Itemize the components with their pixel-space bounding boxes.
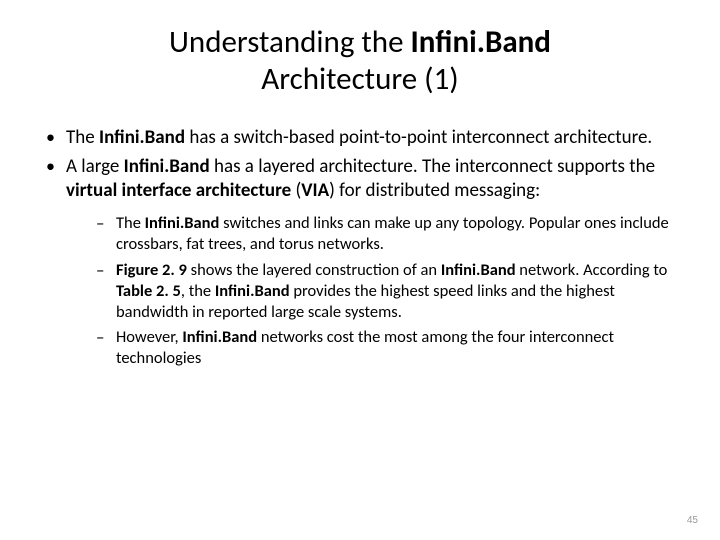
text-bold: VIA <box>301 179 329 202</box>
bullet-1: The Infini.Band has a switch-based point… <box>40 126 680 150</box>
text-bold: virtual interface architecture <box>66 179 296 202</box>
text-bold: Infini.Band <box>124 155 214 178</box>
title-bold: Infini.Band <box>411 23 551 61</box>
text: has a layered architecture. The intercon… <box>214 155 655 178</box>
text-bold: Infini.Band <box>441 260 519 280</box>
text: network. According to <box>519 260 667 280</box>
text: The <box>116 213 145 233</box>
bullet-list: The Infini.Band has a switch-based point… <box>40 126 680 369</box>
title-line2: Architecture (1) <box>261 60 458 98</box>
bullet-2: A large Infini.Band has a layered archit… <box>40 155 680 369</box>
title-prefix: Understanding the <box>169 23 410 61</box>
page-number: 45 <box>687 515 698 526</box>
text: However, <box>116 327 182 347</box>
text: shows the layered construction of an <box>191 260 441 280</box>
sub-bullet-2: Figure 2. 9 shows the layered constructi… <box>66 260 680 323</box>
sub-bullet-list: The Infini.Band switches and links can m… <box>66 213 680 369</box>
text-bold: Table 2. 5 <box>116 281 181 301</box>
text: , the <box>181 281 215 301</box>
sub-bullet-3: However, Infini.Band networks cost the m… <box>66 327 680 369</box>
sub-bullet-1: The Infini.Band switches and links can m… <box>66 213 680 255</box>
text-bold: Infini.Band <box>182 327 260 347</box>
text-bold: Infini.Band <box>215 281 293 301</box>
text-bold: Figure 2. 9 <box>116 260 191 280</box>
text: A large <box>66 155 124 178</box>
text-bold: Infini.Band <box>145 213 223 233</box>
text: ) for distributed messaging: <box>329 179 540 202</box>
slide-title: Understanding the Infini.Band Architectu… <box>40 24 680 98</box>
text: The <box>66 126 99 149</box>
text: has a switch-based point-to-point interc… <box>189 126 652 149</box>
text-bold: Infini.Band <box>99 126 189 149</box>
